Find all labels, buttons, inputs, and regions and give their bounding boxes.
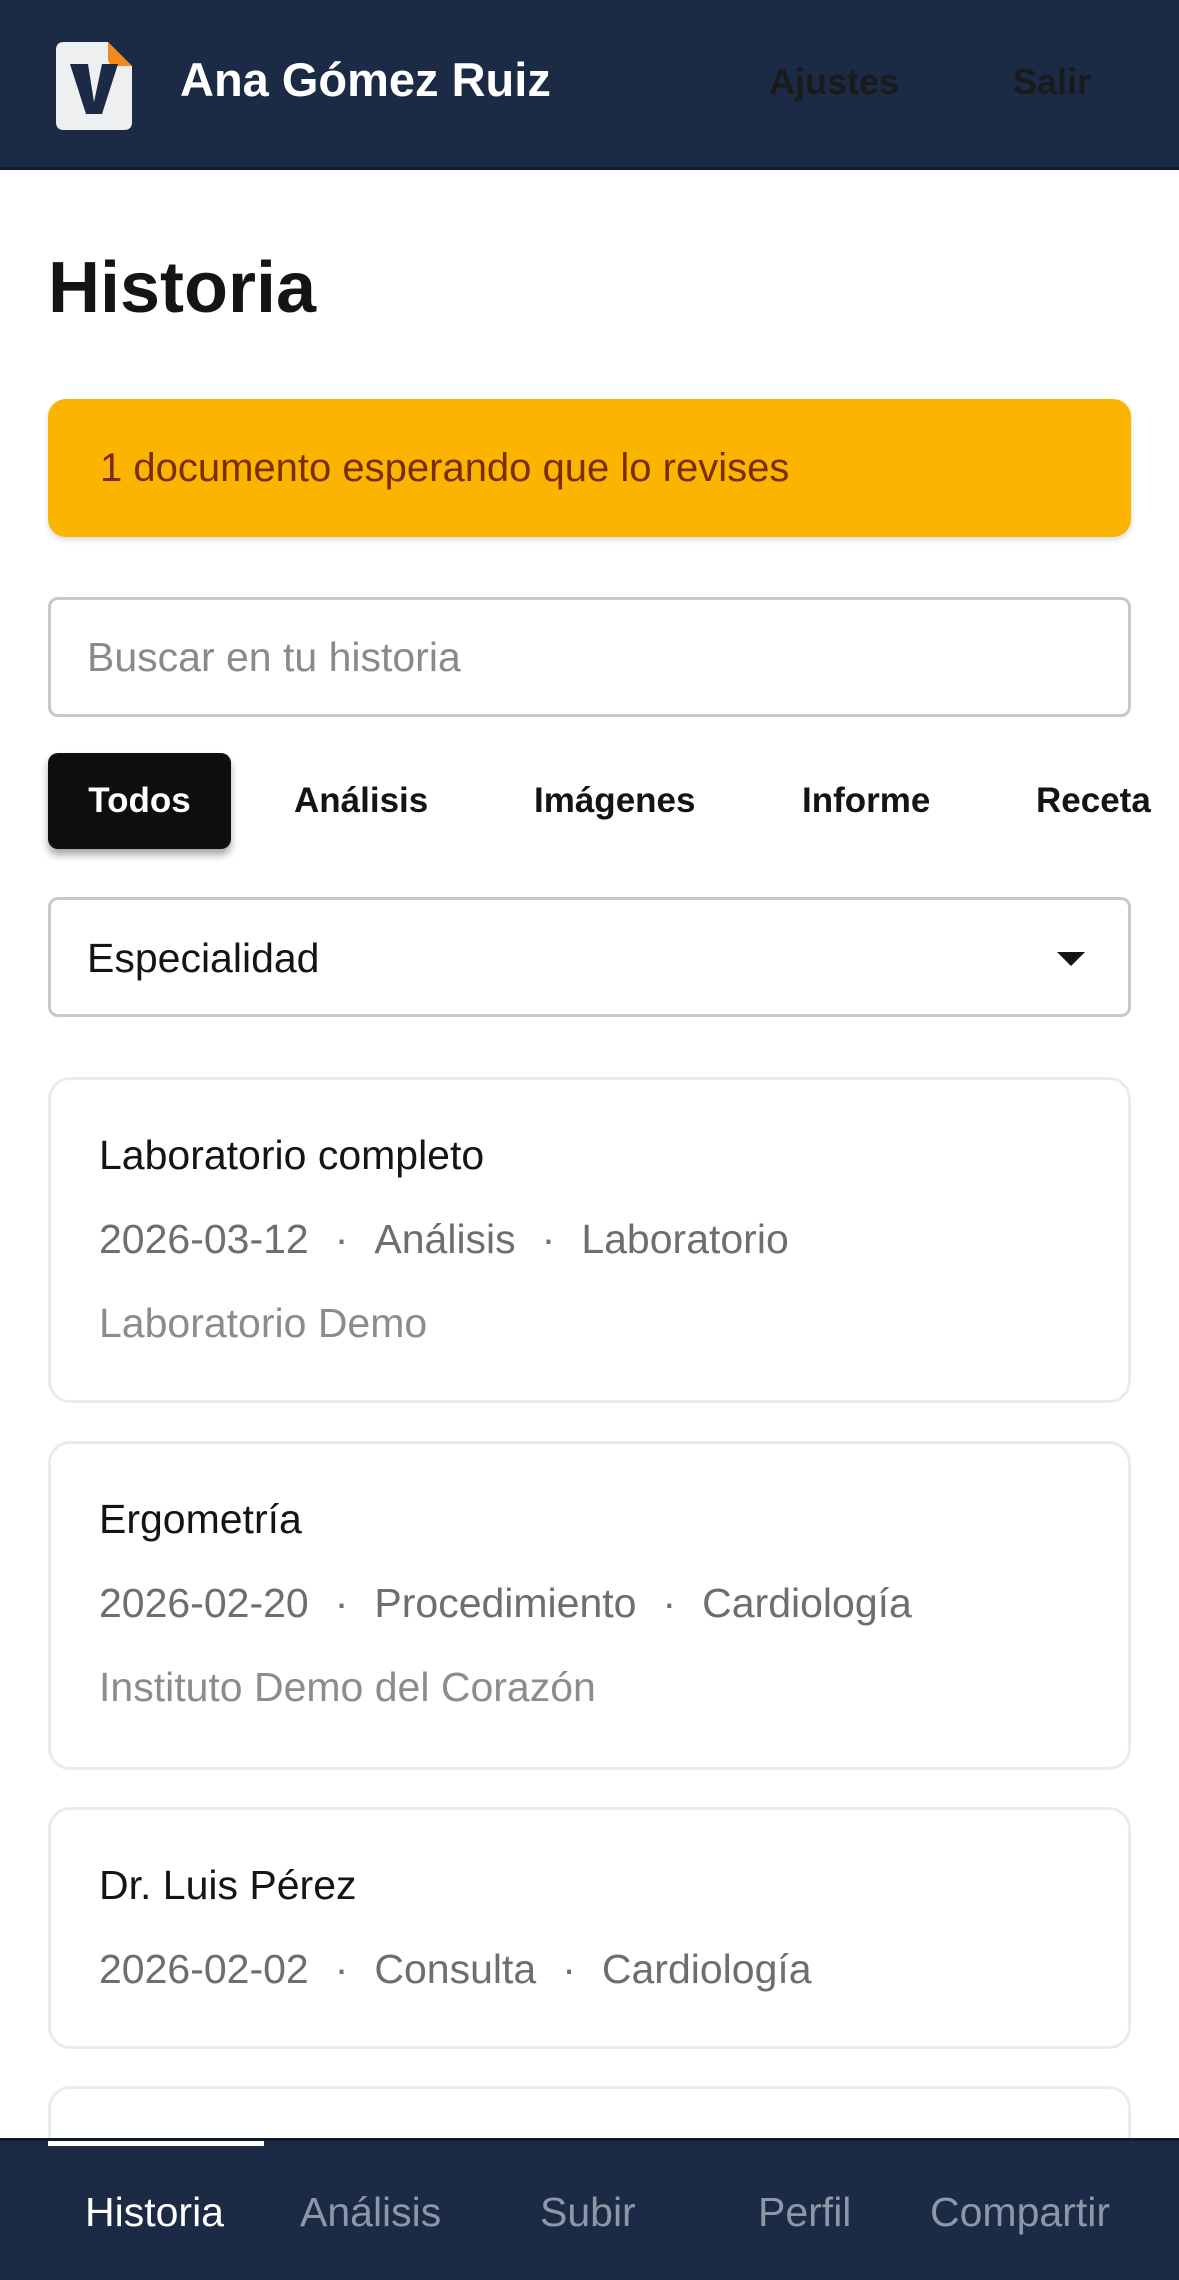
record-title: Dr. Luis Pérez: [99, 1862, 357, 1908]
nav-tab-subir[interactable]: Subir: [540, 2189, 636, 2235]
filter-chip-imagenes[interactable]: Imágenes: [534, 753, 695, 849]
record-card[interactable]: Ergometría 2026-02-20 · Procedimiento · Card…: [48, 1441, 1131, 1770]
caret-down-icon: [1057, 952, 1085, 966]
meta-separator: ·: [562, 1946, 576, 1992]
meta-separator: ·: [334, 1216, 349, 1262]
record-place: Laboratorio Demo: [99, 1300, 428, 1346]
pending-review-banner[interactable]: 1 documento esperando que lo revises: [48, 399, 1131, 537]
filter-chip-analisis[interactable]: Análisis: [294, 753, 428, 849]
filter-chip-receta[interactable]: Receta: [1036, 753, 1151, 849]
active-tab-indicator: [48, 2141, 264, 2146]
settings-button[interactable]: Ajustes: [769, 60, 899, 104]
record-type: Procedimiento: [374, 1580, 637, 1626]
record-specialty: Cardiología: [702, 1580, 912, 1626]
logout-button[interactable]: Salir: [1013, 60, 1091, 104]
record-date: 2026-02-20: [99, 1580, 309, 1626]
record-date: 2026-03-12: [99, 1216, 309, 1262]
record-meta: 2026-03-12 · Análisis · Laboratorio: [99, 1216, 789, 1262]
record-place: Instituto Demo del Corazón: [99, 1664, 596, 1710]
record-meta: 2026-02-20 · Procedimiento · Cardiología: [99, 1580, 912, 1626]
nav-tab-perfil[interactable]: Perfil: [758, 2189, 851, 2235]
record-specialty: Laboratorio: [581, 1216, 789, 1262]
bottom-nav: Historia Análisis Subir Perfil Compartir: [0, 2138, 1179, 2280]
meta-separator: ·: [334, 1946, 349, 1992]
record-card[interactable]: Dr. Luis Pérez 2026-02-02 · Consulta · Cardi…: [48, 1807, 1131, 2049]
record-meta: 2026-02-02 · Consulta · Cardiología: [99, 1946, 812, 1992]
user-name: Ana Gómez Ruiz: [180, 53, 551, 106]
record-title: Ergometría: [99, 1496, 302, 1542]
search-input[interactable]: [87, 600, 1087, 714]
nav-tab-historia[interactable]: Historia: [85, 2189, 224, 2235]
nav-tab-compartir[interactable]: Compartir: [930, 2189, 1110, 2235]
meta-separator: ·: [541, 1216, 556, 1262]
meta-separator: ·: [334, 1580, 349, 1626]
filter-chip-todos[interactable]: Todos: [48, 753, 231, 849]
specialty-select-label: Especialidad: [87, 935, 320, 981]
record-title: Laboratorio completo: [99, 1132, 485, 1178]
app-header: Ana Gómez Ruiz Ajustes Salir: [0, 0, 1179, 170]
page-title: Historia: [48, 248, 317, 328]
record-date: 2026-02-02: [99, 1946, 309, 1992]
filter-chip-informe[interactable]: Informe: [802, 753, 930, 849]
pending-review-text: 1 documento esperando que lo revises: [100, 446, 790, 490]
record-card[interactable]: Laboratorio completo 2026-03-12 · Análisis…: [48, 1077, 1131, 1403]
specialty-select[interactable]: Especialidad: [48, 897, 1131, 1017]
meta-separator: ·: [662, 1580, 677, 1626]
search-box: [48, 597, 1131, 717]
record-specialty: Cardiología: [601, 1946, 812, 1992]
app-logo-v-icon[interactable]: [56, 42, 132, 130]
record-type: Análisis: [374, 1216, 516, 1262]
nav-tab-analisis[interactable]: Análisis: [300, 2189, 441, 2235]
record-type: Consulta: [374, 1946, 537, 1992]
